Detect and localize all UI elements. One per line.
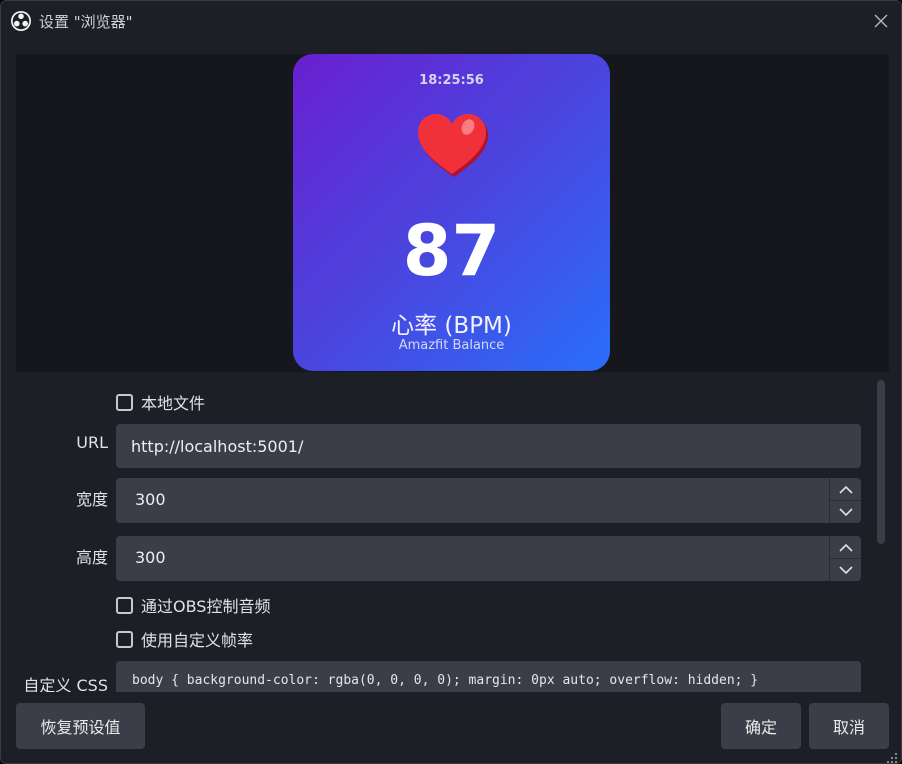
form-scrollbar[interactable] [874, 376, 888, 689]
width-increment-button[interactable] [830, 478, 862, 501]
local-file-option[interactable]: 本地文件 [116, 390, 205, 414]
custom-fps-label: 使用自定义帧率 [141, 631, 254, 650]
url-input[interactable]: http://localhost:5001/ [116, 424, 861, 468]
ok-button[interactable]: 确定 [721, 703, 801, 749]
browser-preview: 18:25:56 87 心率 (BPM) Amazfit Balance [16, 54, 889, 372]
scrollbar-thumb[interactable] [877, 380, 885, 544]
height-increment-button[interactable] [830, 536, 862, 559]
obs-audio-label: 通过OBS控制音频 [141, 597, 271, 616]
chevron-up-icon [839, 485, 853, 494]
custom-fps-option[interactable]: 使用自定义帧率 [116, 627, 253, 651]
cancel-button[interactable]: 取消 [809, 703, 889, 749]
window-title: 设置 "浏览器" [39, 13, 133, 31]
custom-fps-checkbox[interactable] [116, 630, 133, 648]
local-file-label: 本地文件 [141, 394, 206, 413]
card-time: 18:25:56 [419, 73, 484, 88]
title-bar: 设置 "浏览器" [1, 1, 901, 41]
width-label: 宽度 [75, 490, 108, 509]
width-value: 300 [135, 490, 166, 509]
browser-source-settings-dialog: 设置 "浏览器" 18:25:56 87 心率 (BPM) Amazfit Ba… [0, 0, 902, 764]
bpm-value: 87 [402, 210, 501, 292]
chevron-down-icon [839, 565, 853, 574]
obs-logo-icon [10, 10, 32, 32]
properties-form: 本地文件 URL http://localhost:5001/ 宽度 300 高… [16, 372, 889, 692]
height-value: 300 [135, 548, 166, 567]
height-decrement-button[interactable] [830, 559, 862, 581]
bpm-label: 心率 (BPM) [391, 313, 512, 339]
chevron-up-icon [839, 543, 853, 552]
close-button[interactable] [867, 7, 895, 35]
url-label: URL [76, 433, 108, 452]
restore-defaults-button[interactable]: 恢复预设值 [16, 703, 145, 749]
chevron-down-icon [839, 507, 853, 516]
height-spinbox[interactable]: 300 [116, 536, 862, 581]
obs-audio-checkbox[interactable] [116, 596, 133, 614]
device-name: Amazfit Balance [398, 338, 505, 353]
height-label: 高度 [75, 548, 108, 567]
url-value: http://localhost:5001/ [131, 436, 304, 456]
height-stepper [829, 536, 862, 581]
obs-audio-option[interactable]: 通过OBS控制音频 [116, 593, 270, 617]
width-decrement-button[interactable] [830, 501, 862, 523]
close-icon [874, 14, 888, 28]
custom-css-label: 自定义 CSS [23, 676, 108, 692]
local-file-checkbox[interactable] [116, 393, 133, 411]
heart-icon [415, 112, 489, 178]
resize-grip-icon[interactable] [886, 749, 898, 763]
heart-rate-card: 18:25:56 87 心率 (BPM) Amazfit Balance [293, 54, 610, 371]
width-stepper [829, 478, 862, 523]
custom-css-textarea[interactable]: body { background-color: rgba(0, 0, 0, 0… [116, 661, 861, 692]
width-spinbox[interactable]: 300 [116, 478, 862, 523]
